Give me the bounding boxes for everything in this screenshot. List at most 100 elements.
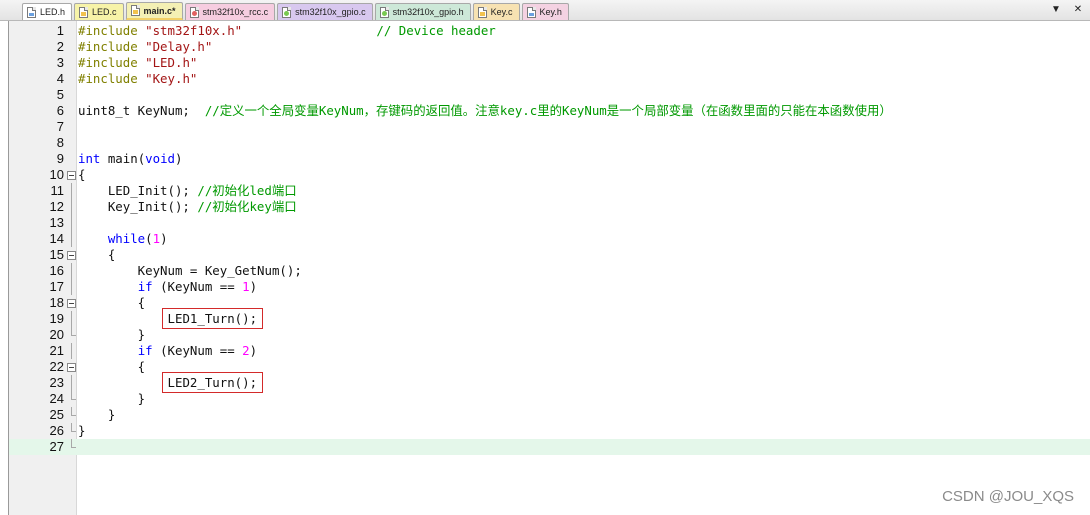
code-editor[interactable]: 1 #include "stm32f10x.h" // Device header… xyxy=(8,21,1090,515)
code-line[interactable]: 10 { xyxy=(9,167,1090,183)
file-tab-bar: LED.h LED.c main.c* stm32f10x_rcc.c stm32f10… xyxy=(0,0,1090,21)
code-line[interactable]: 12 Key_Init(); //初始化key端口 xyxy=(9,199,1090,215)
code-line[interactable]: 21 if (KeyNum == 2) xyxy=(9,343,1090,359)
code-line[interactable]: 26} xyxy=(9,423,1090,439)
code-line[interactable]: 4 #include "Key.h" xyxy=(9,71,1090,87)
tab-main-c[interactable]: main.c* xyxy=(125,2,183,20)
file-icon xyxy=(477,6,487,18)
token-preprocessor: #include xyxy=(78,71,146,86)
code-line[interactable]: 2 #include "Delay.h" xyxy=(9,39,1090,55)
line-number: 11 xyxy=(50,183,65,198)
token-number: 2 xyxy=(242,343,250,358)
fold-toggle-icon[interactable] xyxy=(67,359,76,375)
code-text: { xyxy=(78,359,145,375)
code-line[interactable]: 8 xyxy=(9,135,1090,151)
token-string: "Key.h" xyxy=(145,71,198,86)
code-line[interactable]: 25 } xyxy=(9,407,1090,423)
code-text: LED1_Turn(); xyxy=(78,308,264,329)
token-comment: //定义一个全局变量KeyNum，存键码的返回值。注意key.c里的KeyNum… xyxy=(204,103,892,118)
line-number: 1 xyxy=(56,23,64,38)
fold-guide-icon xyxy=(67,327,76,343)
fold-guide-icon xyxy=(67,55,76,71)
code-text: } xyxy=(78,327,145,343)
tab-key-c[interactable]: Key.c xyxy=(472,3,520,20)
code-line[interactable]: 27 xyxy=(9,439,1090,455)
token-keyword: void xyxy=(145,151,175,166)
code-line[interactable]: 5 xyxy=(9,87,1090,103)
tab-stm32f10x-gpio-c[interactable]: stm32f10x_gpio.c xyxy=(277,3,373,20)
code-line[interactable]: 11 LED_Init(); //初始化led端口 xyxy=(9,183,1090,199)
fold-guide-icon xyxy=(67,311,76,327)
fold-guide-icon xyxy=(67,23,76,39)
token-plain: KeyNum = Key_GetNum(); xyxy=(78,263,302,278)
line-number: 14 xyxy=(49,231,64,246)
tab-led-h[interactable]: LED.h xyxy=(22,3,73,20)
fold-guide-icon xyxy=(67,407,76,423)
code-line[interactable]: 15 { xyxy=(9,247,1090,263)
tab-stm32f10x-gpio-h[interactable]: stm32f10x_gpio.h xyxy=(374,3,471,20)
code-line[interactable]: 24 } xyxy=(9,391,1090,407)
code-line[interactable]: 17 if (KeyNum == 1) xyxy=(9,279,1090,295)
fold-guide-icon xyxy=(67,199,76,215)
tab-stm32f10x-rcc-c[interactable]: stm32f10x_rcc.c xyxy=(184,3,276,20)
token-keyword: while xyxy=(107,231,146,246)
token-number: 1 xyxy=(242,279,250,294)
fold-toggle-icon[interactable] xyxy=(67,247,76,263)
token-plain: (KeyNum == xyxy=(152,343,243,358)
code-line[interactable]: 19 LED1_Turn(); xyxy=(9,308,1090,329)
code-text: KeyNum = Key_GetNum(); xyxy=(78,263,302,279)
fold-guide-icon xyxy=(67,215,76,231)
code-line[interactable]: 7 xyxy=(9,119,1090,135)
code-line[interactable]: 16 KeyNum = Key_GetNum(); xyxy=(9,263,1090,279)
file-icon xyxy=(130,5,140,16)
token-preprocessor: #include xyxy=(78,55,146,70)
tab-label: LED.c xyxy=(92,7,117,17)
close-tab-icon[interactable]: ✕ xyxy=(1072,3,1084,17)
tab-dropdown-icon[interactable]: ▼ xyxy=(1050,3,1062,17)
fold-toggle-icon[interactable] xyxy=(67,167,76,183)
token-string: "stm32f10x.h" xyxy=(145,23,243,38)
fold-guide-icon xyxy=(67,391,76,407)
line-number: 20 xyxy=(49,327,64,342)
code-text: uint8_t KeyNum; //定义一个全局变量KeyNum，存键码的返回值… xyxy=(78,103,892,119)
file-icon xyxy=(282,6,292,18)
line-number: 22 xyxy=(49,359,64,374)
fold-guide-icon xyxy=(67,119,76,135)
code-text: int main(void) xyxy=(78,151,182,167)
code-line[interactable]: 1 #include "stm32f10x.h" // Device header xyxy=(9,23,1090,39)
code-text: #include "LED.h" xyxy=(78,55,197,71)
tab-label: stm32f10x_gpio.h xyxy=(392,7,464,17)
fold-guide-icon xyxy=(67,87,76,103)
code-text: { xyxy=(78,167,85,183)
token-comment: // Device header xyxy=(376,23,496,38)
code-line[interactable]: 22 { xyxy=(9,359,1090,375)
code-line[interactable]: 14 while(1) xyxy=(9,231,1090,247)
fold-guide-icon xyxy=(67,439,76,455)
code-line[interactable]: 20 } xyxy=(9,327,1090,343)
code-line[interactable]: 3 #include "LED.h" xyxy=(9,55,1090,71)
code-line[interactable]: 13 xyxy=(9,215,1090,231)
line-number: 3 xyxy=(56,55,64,70)
line-number: 10 xyxy=(49,167,64,182)
code-line[interactable]: 6 uint8_t KeyNum; //定义一个全局变量KeyNum，存键码的返回… xyxy=(9,103,1090,119)
token-preprocessor: #include xyxy=(78,39,146,54)
code-text: LED2_Turn(); xyxy=(78,372,264,393)
tab-led-c[interactable]: LED.c xyxy=(74,3,124,20)
fold-toggle-icon[interactable] xyxy=(67,295,76,311)
code-line[interactable]: 18 { xyxy=(9,295,1090,311)
code-text: #include "stm32f10x.h" // Device header xyxy=(78,23,496,39)
file-icon xyxy=(526,6,536,18)
code-line[interactable]: 23 LED2_Turn(); xyxy=(9,372,1090,393)
code-text: Key_Init(); //初始化key端口 xyxy=(78,199,297,215)
code-line[interactable]: 9 int main(void) xyxy=(9,151,1090,167)
token-keyword: if xyxy=(137,279,153,294)
token-keyword: int xyxy=(78,151,101,166)
token-string: "LED.h" xyxy=(145,55,198,70)
token-plain: } xyxy=(78,423,86,438)
tab-key-h[interactable]: Key.h xyxy=(521,3,569,20)
code-lines: 1 #include "stm32f10x.h" // Device header… xyxy=(9,23,1090,455)
fold-guide-icon xyxy=(67,151,76,167)
